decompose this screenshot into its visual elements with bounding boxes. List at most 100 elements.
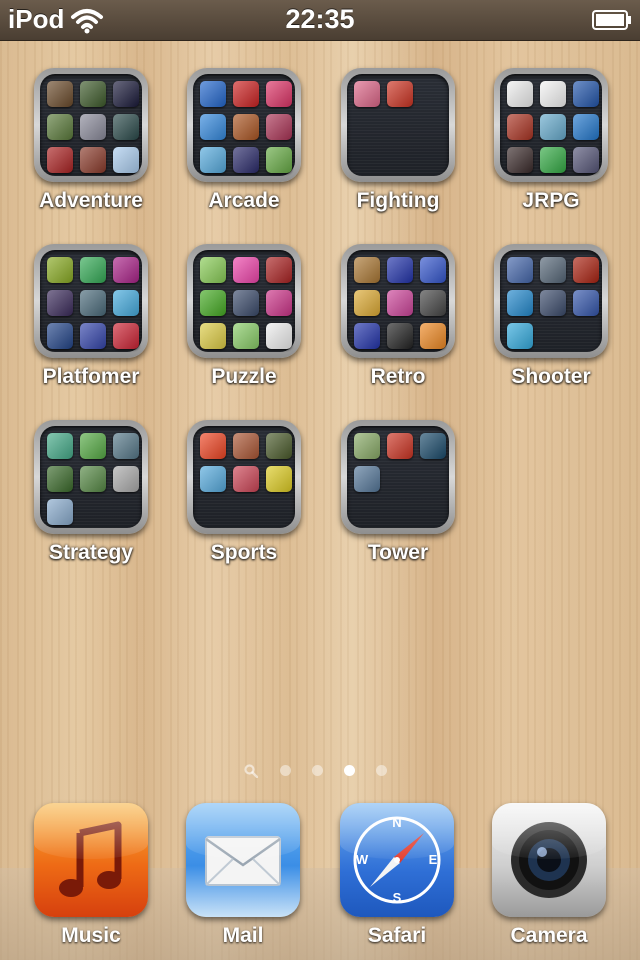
folder-app-thumbnail	[233, 433, 259, 459]
folder-strategy[interactable]	[34, 420, 148, 534]
folder-app-thumbnail	[266, 323, 292, 349]
icon-gloss	[340, 803, 454, 859]
folder-app-thumbnail	[540, 81, 566, 107]
folder-contents	[193, 426, 295, 528]
folder-app-thumbnail	[47, 114, 73, 140]
folder-app-thumbnail	[80, 114, 106, 140]
folder-app-thumbnail	[573, 147, 599, 173]
page-dot-active[interactable]	[344, 765, 355, 776]
folder-app-thumbnail	[200, 114, 226, 140]
folder-app-thumbnail	[266, 257, 292, 283]
folder-contents	[500, 250, 602, 352]
folder-tower[interactable]	[341, 420, 455, 534]
folder-app-thumbnail	[47, 433, 73, 459]
folder-app-thumbnail	[507, 147, 533, 173]
folder-shooter[interactable]	[494, 244, 608, 358]
folder-app-thumbnail	[233, 466, 259, 492]
folder-app-thumbnail	[507, 114, 533, 140]
folder-jrpg[interactable]	[494, 68, 608, 182]
folder-contents	[347, 426, 449, 528]
folder-app-thumbnail	[233, 81, 259, 107]
page-dot[interactable]	[312, 765, 323, 776]
folder-app-thumbnail	[540, 290, 566, 316]
folder-app-thumbnail	[113, 290, 139, 316]
folder-app-thumbnail	[233, 114, 259, 140]
search-icon[interactable]	[244, 764, 258, 778]
folder-app-thumbnail	[266, 147, 292, 173]
folder-app-thumbnail	[80, 323, 106, 349]
safari-app[interactable]: N S W E	[340, 803, 454, 917]
folder-app-thumbnail	[266, 114, 292, 140]
folder-label: Strategy	[48, 541, 134, 564]
music-app[interactable]	[34, 803, 148, 917]
folder-label: Platfomer	[42, 365, 140, 388]
folder-arcade[interactable]	[187, 68, 301, 182]
folder-retro[interactable]	[341, 244, 455, 358]
folder-app-thumbnail	[80, 290, 106, 316]
folder-app-thumbnail	[47, 147, 73, 173]
mail-app[interactable]	[186, 803, 300, 917]
folder-app-thumbnail	[233, 290, 259, 316]
folder-label: Sports	[210, 541, 278, 564]
folder-label: Puzzle	[211, 365, 277, 388]
dock-label: Camera	[510, 924, 588, 947]
icon-gloss	[492, 803, 606, 859]
folder-app-thumbnail	[507, 257, 533, 283]
folder-app-thumbnail	[113, 257, 139, 283]
folder-app-thumbnail	[200, 466, 226, 492]
folder-app-thumbnail	[387, 433, 413, 459]
folder-contents	[500, 74, 602, 176]
page-dot[interactable]	[280, 765, 291, 776]
folder-app-thumbnail	[540, 147, 566, 173]
folder-app-thumbnail	[80, 257, 106, 283]
folder-app-thumbnail	[420, 290, 446, 316]
folder-app-thumbnail	[47, 81, 73, 107]
folder-app-thumbnail	[387, 81, 413, 107]
folder-app-thumbnail	[266, 466, 292, 492]
folder-contents	[347, 74, 449, 176]
folder-app-thumbnail	[540, 114, 566, 140]
folder-app-thumbnail	[266, 81, 292, 107]
folder-app-thumbnail	[113, 466, 139, 492]
folder-app-thumbnail	[47, 257, 73, 283]
folder-label: Arcade	[208, 189, 280, 212]
folder-label: Shooter	[511, 365, 591, 388]
folder-app-thumbnail	[200, 323, 226, 349]
page-dot[interactable]	[376, 765, 387, 776]
folder-app-thumbnail	[47, 323, 73, 349]
folder-app-thumbnail	[266, 433, 292, 459]
folder-app-thumbnail	[200, 257, 226, 283]
folder-label: Retro	[370, 365, 426, 388]
folder-app-thumbnail	[420, 433, 446, 459]
status-bar: iPod 22:35	[0, 0, 640, 41]
folder-fighting[interactable]	[341, 68, 455, 182]
folder-sports[interactable]	[187, 420, 301, 534]
svg-text:S: S	[393, 890, 402, 905]
folder-app-thumbnail	[387, 257, 413, 283]
folder-adventure[interactable]	[34, 68, 148, 182]
folder-app-thumbnail	[354, 81, 380, 107]
folder-app-thumbnail	[573, 114, 599, 140]
folder-app-thumbnail	[200, 290, 226, 316]
dock-label: Mail	[222, 924, 264, 947]
camera-app[interactable]	[492, 803, 606, 917]
folder-contents	[40, 74, 142, 176]
folder-app-thumbnail	[47, 290, 73, 316]
folder-app-thumbnail	[354, 323, 380, 349]
folder-app-thumbnail	[80, 147, 106, 173]
folder-app-thumbnail	[113, 147, 139, 173]
folder-label: Adventure	[39, 189, 143, 212]
folder-label: Tower	[367, 541, 429, 564]
dock-label: Music	[61, 924, 121, 947]
page-indicator[interactable]	[240, 762, 390, 780]
folder-app-thumbnail	[540, 257, 566, 283]
folder-app-thumbnail	[573, 290, 599, 316]
folder-app-thumbnail	[420, 323, 446, 349]
folder-platfomer[interactable]	[34, 244, 148, 358]
folder-puzzle[interactable]	[187, 244, 301, 358]
folder-contents	[193, 74, 295, 176]
clock: 22:35	[285, 4, 355, 34]
folder-app-thumbnail	[200, 433, 226, 459]
folder-app-thumbnail	[507, 290, 533, 316]
folder-app-thumbnail	[233, 323, 259, 349]
